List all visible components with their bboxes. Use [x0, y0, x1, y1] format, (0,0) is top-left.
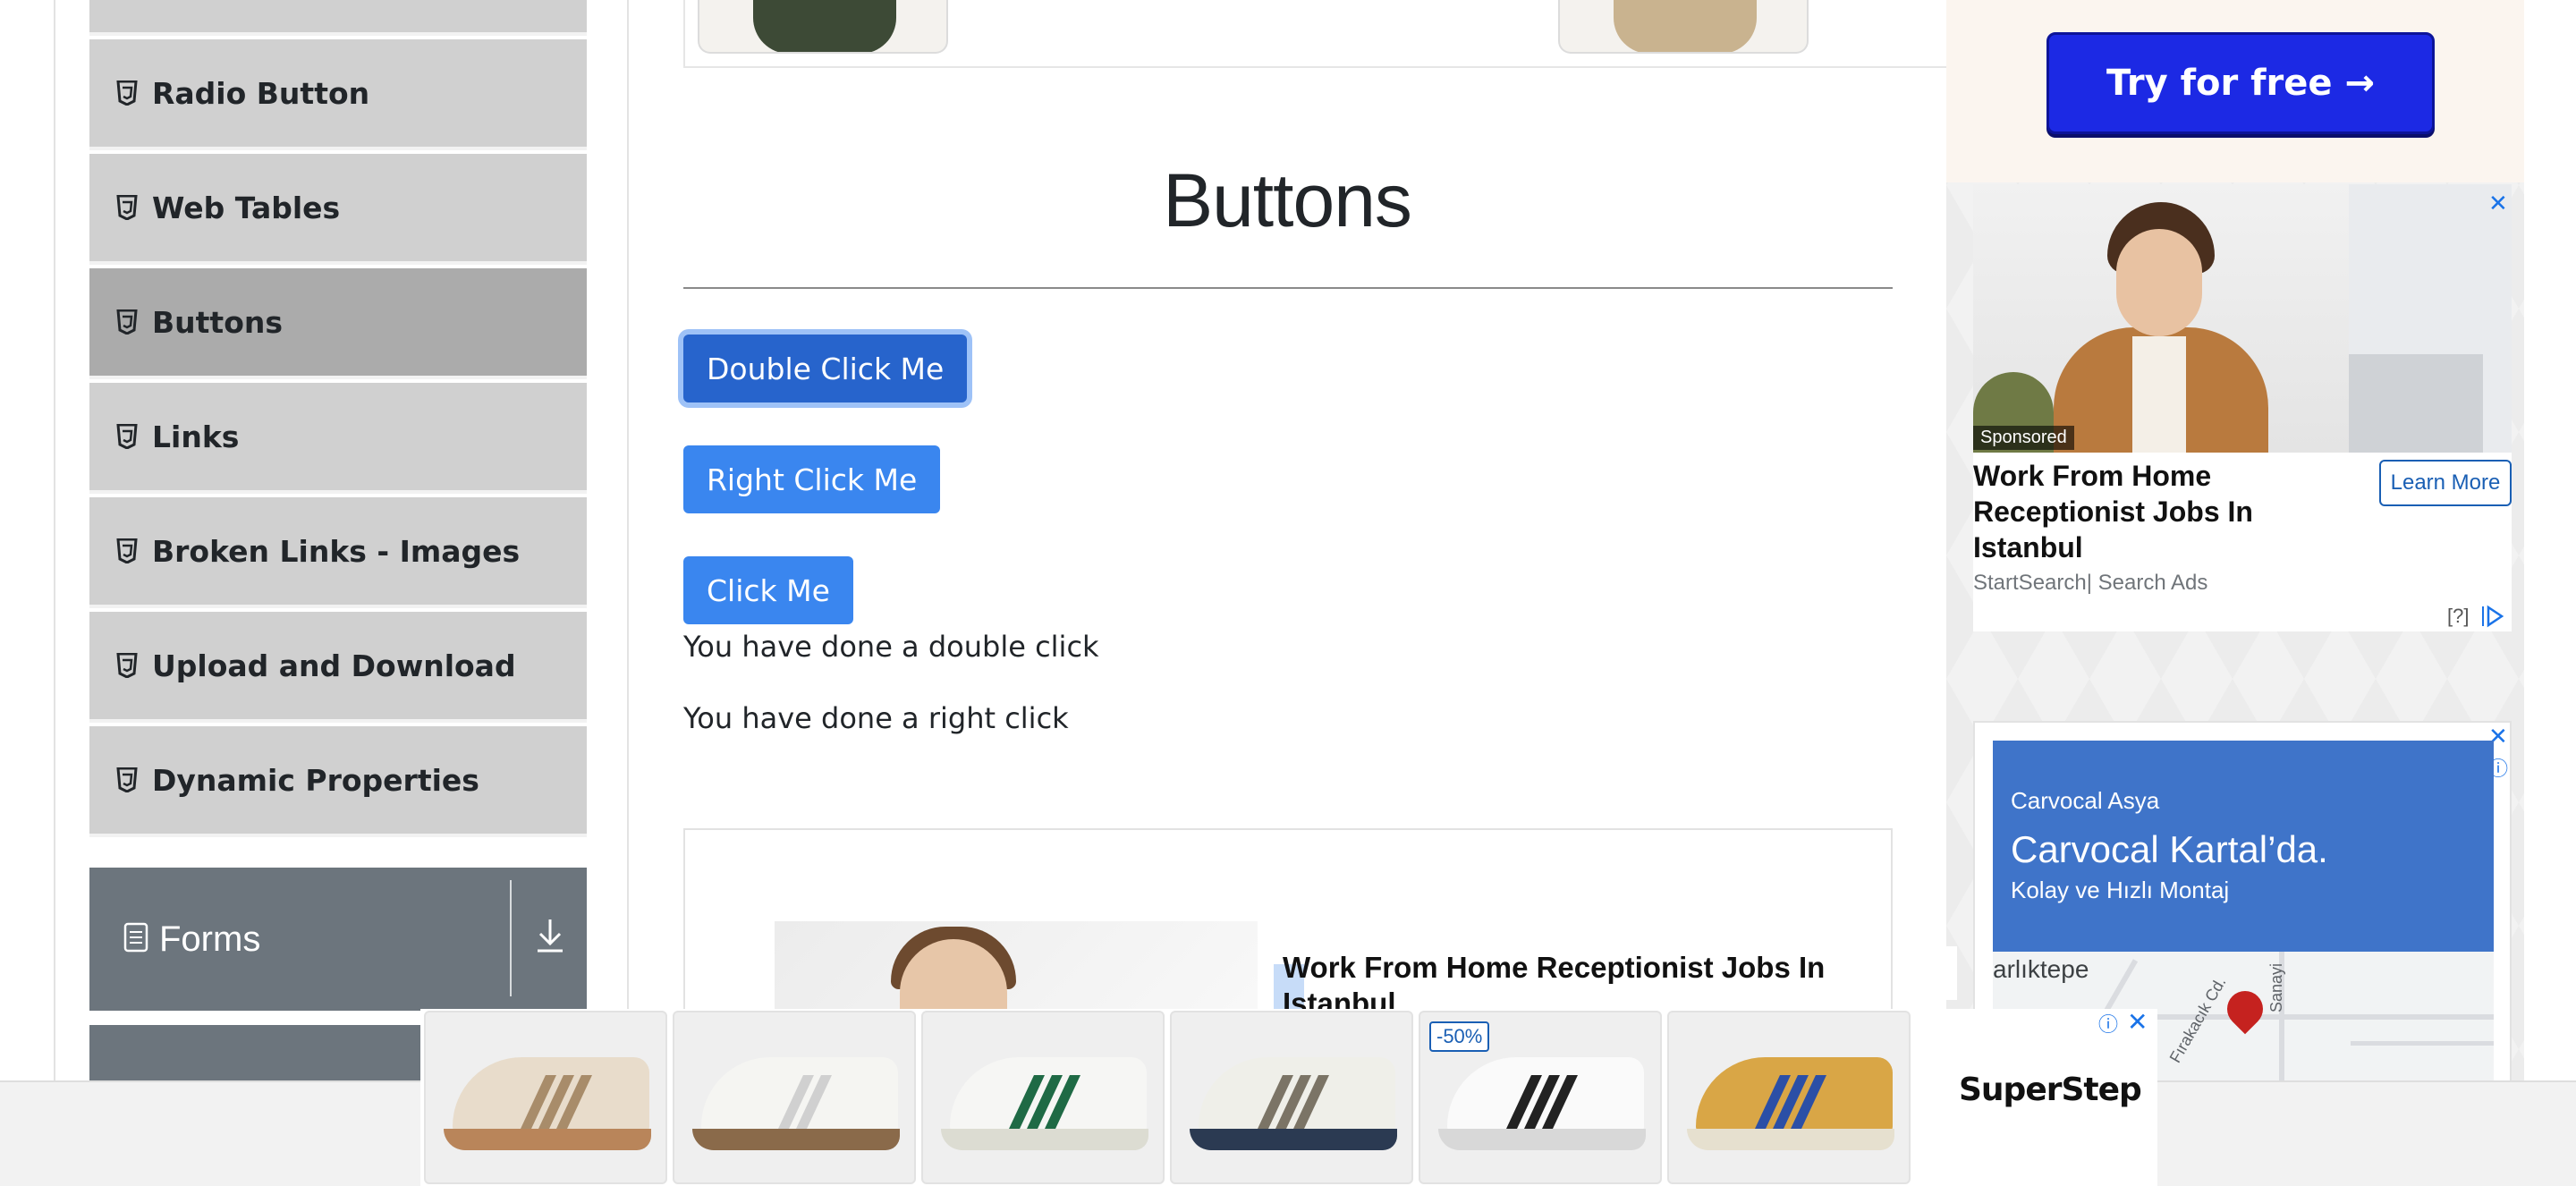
sponsored-ad[interactable]: Sponsored ✕ Work From Home Receptionist … — [1973, 184, 2512, 631]
divider — [510, 880, 512, 996]
map-street-label: Fırakacık Cd. — [2165, 973, 2230, 1066]
close-icon[interactable]: ✕ — [2488, 190, 2508, 217]
info-icon[interactable]: ⓘ — [2098, 1009, 2118, 1038]
menu-item-previous[interactable] — [89, 0, 587, 36]
ad-banner[interactable]: Carvocal Asya Carvocal Kartal’da. Kolay … — [1993, 741, 2494, 952]
html5-icon — [116, 424, 138, 449]
double-click-message: You have done a double click — [683, 630, 1099, 664]
sidebar-item-label: Upload and Download — [152, 648, 516, 683]
group-header-forms[interactable]: Forms — [89, 868, 587, 1011]
sidebar-item-dynamic-properties[interactable]: Dynamic Properties — [89, 726, 587, 837]
ad-headline[interactable]: Work From Home Receptionist Jobs In Ista… — [1973, 458, 2349, 565]
click-button[interactable]: Click Me — [683, 556, 853, 624]
html5-icon — [116, 538, 138, 563]
html5-icon — [116, 195, 138, 220]
bottom-shoe-ad[interactable]: -50% SuperStep ⓘ ✕ — [420, 1007, 2157, 1186]
ad-title: Carvocal Kartal’da. — [2011, 828, 2328, 870]
right-click-message: You have done a right click — [683, 701, 1069, 735]
sidebar-item-label: Dynamic Properties — [152, 762, 479, 798]
sidebar-item-label: Radio Button — [152, 75, 370, 111]
shoe-product[interactable] — [921, 1011, 1165, 1184]
map-street-label: Sanayi — [2267, 962, 2286, 1013]
product-card — [683, 0, 1953, 68]
adchoices-icon[interactable] — [2481, 605, 2504, 632]
shoe-product[interactable] — [673, 1011, 916, 1184]
ad-subtitle: Kolay ve Hızlı Montaj — [2011, 877, 2230, 903]
double-click-button[interactable]: Double Click Me — [683, 335, 968, 402]
sponsored-badge: Sponsored — [1973, 426, 2074, 450]
sidebar-item-label: Buttons — [152, 304, 284, 340]
page-title: Buttons — [1163, 158, 1412, 242]
ad-source: StartSearch| Search Ads — [1973, 571, 2208, 595]
html5-icon — [116, 80, 138, 106]
group-label: Forms — [159, 919, 261, 959]
right-click-button[interactable]: Right Click Me — [683, 445, 941, 513]
ad-brand: Carvocal Asya — [2011, 787, 2160, 814]
shoe-product[interactable]: -50% — [1419, 1011, 1662, 1184]
ad-help-link[interactable]: [?] — [2447, 605, 2469, 628]
sidebar-item-buttons[interactable]: Buttons — [89, 268, 587, 379]
try-for-free-button[interactable]: Try for free → — [2046, 32, 2435, 134]
html5-icon — [116, 309, 138, 335]
model-photo[interactable] — [698, 0, 948, 54]
learn-more-button[interactable]: Learn More — [2379, 460, 2512, 506]
html5-icon — [116, 653, 138, 678]
html5-icon — [116, 767, 138, 792]
sidebar-item-broken-links[interactable]: Broken Links - Images — [89, 497, 587, 608]
download-arrow-icon[interactable] — [535, 918, 565, 958]
sidebar-item-label: Broken Links - Images — [152, 533, 521, 569]
close-icon[interactable]: ✕ — [2127, 1007, 2148, 1037]
sidebar-item-radio-button[interactable]: Radio Button — [89, 39, 587, 150]
shoe-product[interactable] — [1667, 1011, 1911, 1184]
sidebar-item-label: Web Tables — [152, 190, 341, 225]
brand-logo[interactable]: SuperStep — [1959, 1072, 2142, 1108]
sidebar-item-label: Links — [152, 419, 240, 454]
map-pin-icon — [2219, 983, 2271, 1035]
map-place-label: arlıktepe — [1993, 955, 2089, 983]
shoe-product[interactable] — [424, 1011, 667, 1184]
document-icon — [123, 922, 148, 957]
sidebar-item-links[interactable]: Links — [89, 383, 587, 494]
sidebar-item-upload-download[interactable]: Upload and Download — [89, 612, 587, 723]
sidebar-item-web-tables[interactable]: Web Tables — [89, 154, 587, 265]
ad-image[interactable] — [1973, 184, 2512, 453]
model-photo[interactable] — [1558, 0, 1809, 54]
shoe-product[interactable] — [1170, 1011, 1413, 1184]
discount-badge: -50% — [1429, 1021, 1490, 1052]
divider — [683, 287, 1893, 289]
scroll-edge — [1946, 946, 1957, 1000]
